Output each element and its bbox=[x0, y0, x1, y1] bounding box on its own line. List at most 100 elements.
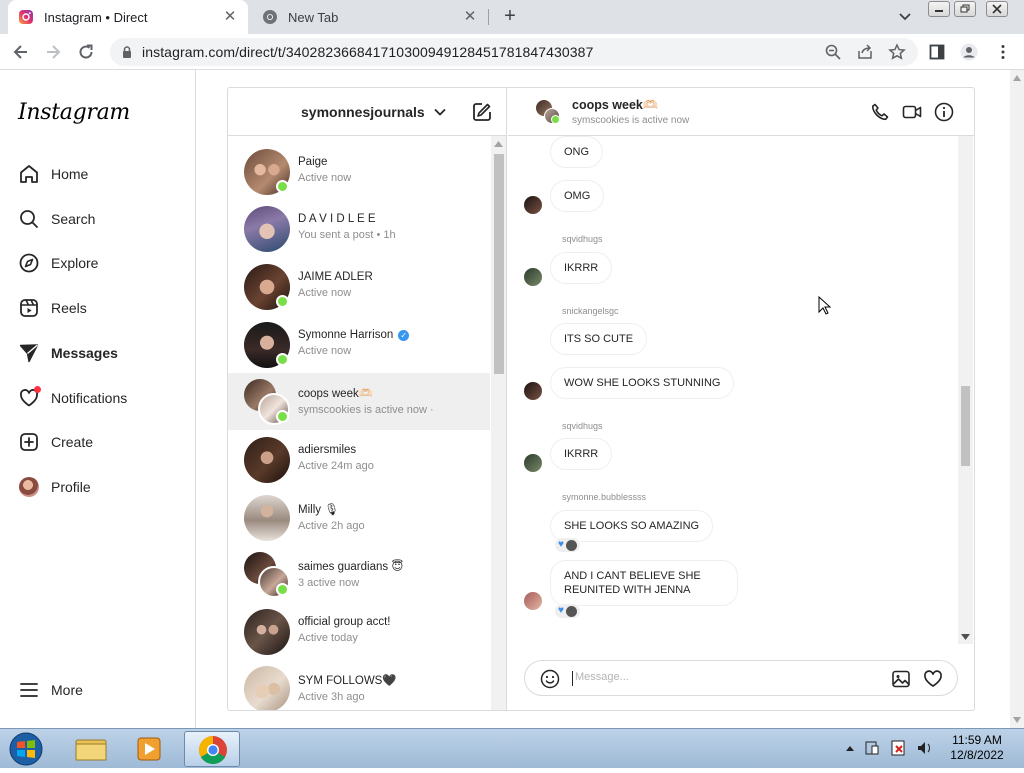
zoom-icon[interactable] bbox=[824, 43, 842, 61]
nav-create[interactable]: Create bbox=[18, 428, 188, 456]
system-clock[interactable]: 11:59 AM 12/8/2022 bbox=[940, 733, 1014, 763]
tab-new-tab[interactable]: New Tab ✕ bbox=[252, 0, 488, 34]
thread-status: Active 3h ago bbox=[298, 691, 365, 703]
system-tray-icons[interactable] bbox=[842, 739, 942, 757]
avatar bbox=[524, 196, 542, 214]
conversation-title[interactable]: coops week🫶🏻 bbox=[572, 98, 658, 113]
nav-label: Reels bbox=[51, 300, 87, 316]
video-call-icon[interactable] bbox=[902, 102, 922, 122]
account-switcher[interactable]: symonnesjournals bbox=[301, 104, 447, 120]
close-tab-icon[interactable]: ✕ bbox=[222, 9, 238, 25]
nav-label: Create bbox=[51, 434, 94, 450]
inbox-column: symonnesjournals Paige Active now D A V … bbox=[228, 88, 507, 710]
browser-tab-bar: Instagram • Direct ✕ New Tab ✕ + bbox=[0, 0, 1024, 34]
share-icon[interactable] bbox=[856, 43, 874, 61]
scrollbar-thumb[interactable] bbox=[494, 154, 504, 374]
thread-item[interactable]: adiersmiles Active 24m ago bbox=[228, 431, 490, 488]
close-tab-icon[interactable]: ✕ bbox=[462, 9, 478, 25]
chrome-icon bbox=[199, 736, 227, 764]
thread-item[interactable]: JAIME ADLER Active now bbox=[228, 258, 490, 315]
thread-item[interactable]: Milly 🎙 Active 2h ago bbox=[228, 489, 490, 546]
nav-explore[interactable]: Explore bbox=[18, 249, 188, 277]
message-bubble[interactable]: IKRRR bbox=[550, 438, 613, 470]
phone-icon[interactable] bbox=[870, 102, 890, 122]
nav-label: Profile bbox=[51, 479, 91, 495]
taskbar-chrome[interactable] bbox=[184, 731, 240, 767]
profile-icon[interactable] bbox=[960, 43, 978, 61]
nav-more[interactable]: More bbox=[18, 676, 188, 704]
nav-home[interactable]: Home bbox=[18, 160, 188, 188]
info-icon[interactable] bbox=[934, 102, 954, 122]
thread-item[interactable]: saimes guardians 😇 3 active now bbox=[228, 546, 490, 603]
lock-icon[interactable] bbox=[120, 45, 134, 59]
thread-item[interactable]: official group acct! Active today bbox=[228, 603, 490, 660]
compose-icon[interactable] bbox=[472, 102, 492, 122]
instagram-logo[interactable]: Instagram bbox=[18, 100, 130, 125]
thread-item[interactable]: Symonne Harrison ✓ Active now bbox=[228, 316, 490, 373]
conversation-header: coops week🫶🏻 symscookies is active now bbox=[508, 88, 974, 136]
nav-profile[interactable]: Profile bbox=[18, 473, 188, 501]
thread-name: SYM FOLLOWS🖤 bbox=[298, 675, 397, 687]
minimize-button[interactable] bbox=[928, 1, 950, 17]
like-heart-icon[interactable] bbox=[923, 669, 943, 689]
side-panel-icon[interactable] bbox=[928, 43, 946, 61]
thread-item[interactable]: Paige Active now bbox=[228, 143, 490, 200]
thread-list-scrollbar[interactable] bbox=[491, 136, 506, 710]
scrollbar-thumb[interactable] bbox=[961, 386, 970, 466]
tab-title: New Tab bbox=[288, 9, 339, 25]
message-reaction[interactable]: ♥ bbox=[554, 603, 581, 619]
message-bubble[interactable]: IKRRR bbox=[550, 252, 613, 284]
conversation-column: coops week🫶🏻 symscookies is active now O… bbox=[508, 88, 974, 710]
page-scrollbar[interactable] bbox=[1010, 70, 1024, 728]
nav-label: Messages bbox=[51, 345, 118, 361]
thread-list: Paige Active now D A V I D L E E You sen… bbox=[228, 136, 507, 710]
nav-reels[interactable]: Reels bbox=[18, 294, 188, 322]
message-input[interactable]: Message... bbox=[575, 671, 629, 683]
scroll-up-icon[interactable] bbox=[1013, 74, 1021, 82]
message-bubble[interactable]: ITS SO CUTE bbox=[550, 323, 648, 355]
nav-notifications[interactable]: Notifications bbox=[18, 384, 188, 412]
windows-start-icon[interactable] bbox=[6, 731, 46, 767]
chevron-down-icon bbox=[434, 108, 446, 116]
image-icon[interactable] bbox=[891, 669, 911, 689]
scroll-down-icon[interactable] bbox=[961, 634, 970, 641]
nav-search[interactable]: Search bbox=[18, 205, 188, 233]
url-field[interactable]: instagram.com/direct/t/34028236684171030… bbox=[110, 38, 918, 66]
thread-item-selected[interactable]: coops week🫶🏻 symscookies is active now · bbox=[228, 373, 490, 430]
restore-button[interactable] bbox=[954, 1, 976, 17]
message-thread: ONG OMG sqvidhugs IKRRR snickangelsgc IT… bbox=[508, 136, 974, 658]
thread-item[interactable]: D A V I D L E E You sent a post • 1h bbox=[228, 200, 490, 257]
nav-messages[interactable]: Messages bbox=[18, 339, 188, 367]
avatar bbox=[244, 609, 290, 655]
taskbar-explorer[interactable] bbox=[62, 731, 118, 767]
bookmark-star-icon[interactable] bbox=[888, 43, 906, 61]
message-bubble[interactable]: WOW SHE LOOKS STUNNING bbox=[550, 367, 735, 399]
emoji-icon[interactable] bbox=[540, 669, 560, 689]
message-reaction[interactable]: ♥ bbox=[554, 537, 581, 553]
chevron-down-icon[interactable] bbox=[896, 7, 914, 25]
online-indicator bbox=[276, 180, 289, 193]
message-bubble[interactable]: OMG bbox=[550, 180, 605, 212]
forward-arrow-icon[interactable] bbox=[44, 43, 62, 61]
message-composer[interactable]: Message... bbox=[524, 660, 958, 696]
reels-icon bbox=[20, 299, 38, 317]
group-avatar[interactable] bbox=[536, 100, 560, 124]
back-arrow-icon[interactable] bbox=[12, 43, 30, 61]
sender-name: symonne.bubblessss bbox=[562, 492, 647, 502]
tab-title: Instagram • Direct bbox=[44, 9, 148, 25]
scroll-down-icon[interactable] bbox=[1013, 716, 1021, 724]
message-bubble[interactable]: ONG bbox=[550, 136, 604, 168]
thread-status: Active now bbox=[298, 172, 352, 184]
close-window-button[interactable] bbox=[986, 1, 1008, 17]
scroll-up-icon[interactable] bbox=[494, 140, 503, 147]
message-bubble[interactable]: AND I CANT BELIEVE SHE REUNITED WITH JEN… bbox=[550, 560, 738, 606]
tab-instagram[interactable]: Instagram • Direct ✕ bbox=[8, 0, 248, 34]
messages-scrollbar[interactable] bbox=[958, 136, 973, 644]
thread-item[interactable]: SYM FOLLOWS🖤 Active 3h ago bbox=[228, 660, 490, 710]
new-tab-button[interactable]: + bbox=[498, 5, 522, 29]
blue-heart-icon: ♥ bbox=[558, 605, 564, 616]
avatar bbox=[524, 382, 542, 400]
kebab-menu-icon[interactable] bbox=[994, 43, 1012, 61]
taskbar-media-player[interactable] bbox=[122, 731, 178, 767]
reload-icon[interactable] bbox=[77, 43, 95, 61]
